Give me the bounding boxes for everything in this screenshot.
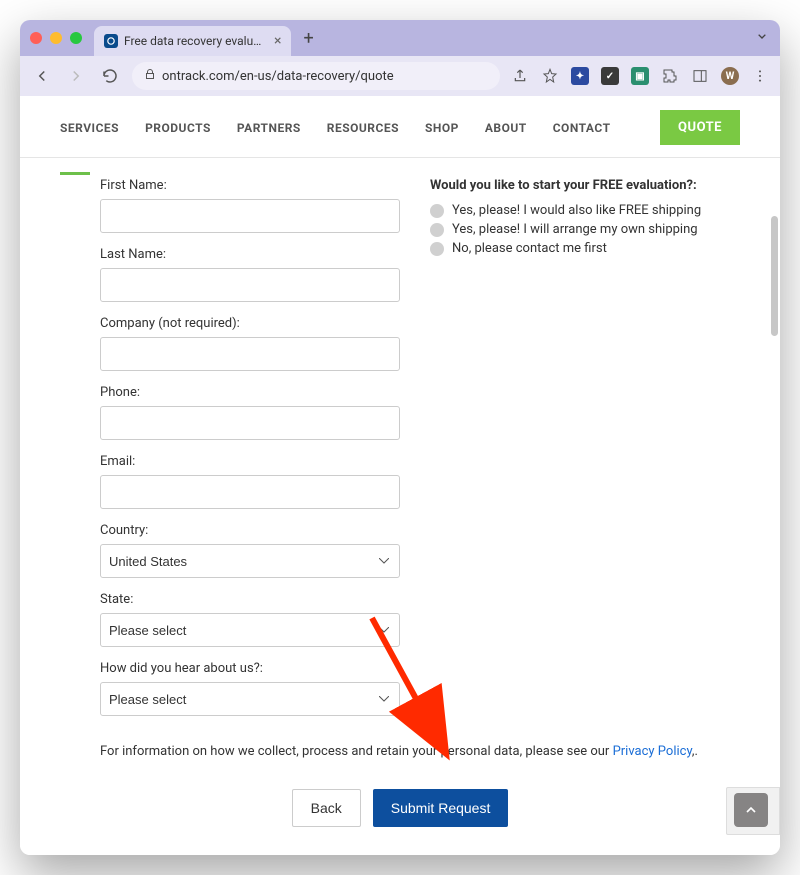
tab-title: Free data recovery evaluation a bbox=[124, 34, 264, 48]
email-field[interactable] bbox=[100, 475, 400, 509]
hear-about-label: How did you hear about us?: bbox=[100, 661, 400, 676]
radio-option-contact-first[interactable]: No, please contact me first bbox=[430, 241, 740, 256]
extension-icon-1[interactable]: ✦ bbox=[570, 66, 590, 86]
radio-option-free-shipping[interactable]: Yes, please! I would also like FREE ship… bbox=[430, 203, 740, 218]
traffic-lights bbox=[30, 32, 82, 44]
nav-contact[interactable]: CONTACT bbox=[553, 121, 611, 135]
form-left-column: First Name: Last Name: Company (not requ… bbox=[100, 178, 400, 730]
radio-icon bbox=[430, 242, 444, 256]
first-name-label: First Name: bbox=[100, 178, 400, 193]
new-tab-button[interactable]: + bbox=[297, 28, 319, 49]
state-select[interactable]: Please select bbox=[100, 613, 400, 647]
browser-tab[interactable]: Free data recovery evaluation a × bbox=[94, 26, 291, 56]
bookmark-icon[interactable] bbox=[540, 66, 560, 86]
url-text: ontrack.com/en-us/data-recovery/quote bbox=[162, 69, 394, 84]
nav-partners[interactable]: PARTNERS bbox=[237, 121, 301, 135]
nav-services[interactable]: SERVICES bbox=[60, 121, 119, 135]
radio-option-own-shipping[interactable]: Yes, please! I will arrange my own shipp… bbox=[430, 222, 740, 237]
phone-field[interactable] bbox=[100, 406, 400, 440]
titlebar: Free data recovery evaluation a × + bbox=[20, 20, 780, 56]
last-name-field[interactable] bbox=[100, 268, 400, 302]
first-name-field[interactable] bbox=[100, 199, 400, 233]
evaluation-question-label: Would you like to start your FREE evalua… bbox=[430, 178, 740, 193]
profile-avatar[interactable]: W bbox=[720, 66, 740, 86]
nav-products[interactable]: PRODUCTS bbox=[145, 121, 211, 135]
toolbar-icons: ✦ ✓ ▣ W bbox=[510, 66, 770, 86]
extension-icon-2[interactable]: ✓ bbox=[600, 66, 620, 86]
close-window-button[interactable] bbox=[30, 32, 42, 44]
privacy-policy-link[interactable]: Privacy Policy bbox=[613, 744, 692, 759]
share-icon[interactable] bbox=[510, 66, 530, 86]
radio-icon bbox=[430, 204, 444, 218]
forward-button[interactable] bbox=[64, 64, 88, 88]
privacy-notice: For information on how we collect, proce… bbox=[20, 740, 780, 771]
site-nav: SERVICES PRODUCTS PARTNERS RESOURCES SHO… bbox=[20, 96, 780, 158]
nav-shop[interactable]: SHOP bbox=[425, 121, 459, 135]
minimize-window-button[interactable] bbox=[50, 32, 62, 44]
extensions-icon[interactable] bbox=[660, 66, 680, 86]
form-content: First Name: Last Name: Company (not requ… bbox=[20, 158, 780, 740]
address-bar[interactable]: ontrack.com/en-us/data-recovery/quote bbox=[132, 62, 500, 90]
panel-icon[interactable] bbox=[690, 66, 710, 86]
hear-about-select[interactable]: Please select bbox=[100, 682, 400, 716]
submit-request-button[interactable]: Submit Request bbox=[373, 789, 509, 827]
radio-label: No, please contact me first bbox=[452, 241, 607, 256]
radio-label: Yes, please! I will arrange my own shipp… bbox=[452, 222, 698, 237]
state-label: State: bbox=[100, 592, 400, 607]
scroll-to-top-button[interactable] bbox=[734, 793, 768, 827]
form-actions: Back Submit Request bbox=[20, 771, 780, 855]
tab-favicon-icon bbox=[104, 34, 118, 48]
nav-accent bbox=[60, 172, 90, 175]
nav-resources[interactable]: RESOURCES bbox=[327, 121, 399, 135]
email-label: Email: bbox=[100, 454, 400, 469]
lock-icon bbox=[144, 68, 156, 84]
last-name-label: Last Name: bbox=[100, 247, 400, 262]
nav-about[interactable]: ABOUT bbox=[485, 121, 527, 135]
tab-strip: Free data recovery evaluation a × + bbox=[94, 20, 320, 56]
back-form-button[interactable]: Back bbox=[292, 789, 361, 827]
browser-window: Free data recovery evaluation a × + ontr… bbox=[20, 20, 780, 855]
reload-button[interactable] bbox=[98, 64, 122, 88]
nav-menu: SERVICES PRODUCTS PARTNERS RESOURCES SHO… bbox=[60, 121, 611, 135]
page-scrollbar[interactable] bbox=[771, 216, 778, 336]
maximize-window-button[interactable] bbox=[70, 32, 82, 44]
expand-tabs-icon[interactable] bbox=[754, 28, 770, 48]
form-right-column: Would you like to start your FREE evalua… bbox=[430, 178, 740, 730]
country-select[interactable]: United States bbox=[100, 544, 400, 578]
company-field[interactable] bbox=[100, 337, 400, 371]
tab-close-icon[interactable]: × bbox=[274, 33, 281, 49]
browser-toolbar: ontrack.com/en-us/data-recovery/quote ✦ … bbox=[20, 56, 780, 96]
country-label: Country: bbox=[100, 523, 400, 538]
phone-label: Phone: bbox=[100, 385, 400, 400]
page-content: SERVICES PRODUCTS PARTNERS RESOURCES SHO… bbox=[20, 96, 780, 855]
extension-icon-3[interactable]: ▣ bbox=[630, 66, 650, 86]
radio-label: Yes, please! I would also like FREE ship… bbox=[452, 203, 701, 218]
back-button[interactable] bbox=[30, 64, 54, 88]
company-label: Company (not required): bbox=[100, 316, 400, 331]
radio-icon bbox=[430, 223, 444, 237]
menu-icon[interactable] bbox=[750, 66, 770, 86]
quote-button[interactable]: QUOTE bbox=[660, 110, 740, 145]
